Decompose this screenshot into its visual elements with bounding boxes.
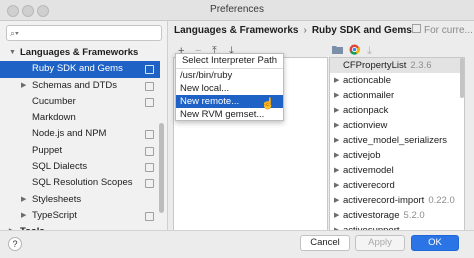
chevron-right-icon[interactable]: ▶: [334, 148, 339, 164]
project-scope-icon: [145, 179, 154, 189]
menu-item-new-local[interactable]: New local...: [176, 82, 283, 95]
project-scope-icon: [145, 97, 154, 107]
hand-cursor-icon: ☝: [261, 98, 275, 110]
chevron-right-icon[interactable]: ▶: [21, 208, 26, 224]
sidebar-item-sql-dialects[interactable]: SQL Dialects: [0, 159, 160, 175]
chevron-right-icon[interactable]: ▶: [334, 178, 339, 194]
gems-list[interactable]: CFPropertyList 2.3.6 ▶ actioncable ▶ acti…: [329, 57, 465, 243]
gem-row[interactable]: ▶ actionpack: [330, 103, 464, 119]
search-icon: ⌕▾: [10, 28, 19, 38]
apply-button[interactable]: Apply: [355, 235, 405, 251]
chevron-right-icon[interactable]: ▶: [334, 88, 339, 104]
project-scope-icon: [412, 24, 421, 33]
folder-icon[interactable]: [332, 44, 343, 56]
minimize-window-button[interactable]: [22, 5, 34, 17]
chevron-right-icon[interactable]: ▶: [334, 133, 339, 149]
sidebar-item-languages-frameworks[interactable]: ▼ Languages & Frameworks: [0, 45, 160, 61]
sidebar: ⌕▾ ▼ Languages & Frameworks Ruby SDK and…: [0, 21, 168, 237]
scope-label: For curre...: [412, 21, 473, 41]
gem-row[interactable]: ▶ activejob: [330, 148, 464, 164]
project-scope-icon: [145, 146, 154, 156]
project-scope-icon: [145, 81, 154, 91]
zoom-window-button[interactable]: [37, 5, 49, 17]
project-scope-icon: [145, 163, 154, 173]
sidebar-item-schemas-and-dtds[interactable]: ▶ Schemas and DTDs: [0, 78, 160, 94]
cancel-button[interactable]: Cancel: [300, 235, 350, 251]
popup-header: Select Interpreter Path: [176, 54, 283, 69]
project-scope-icon: [145, 211, 154, 221]
project-scope-icon: [145, 130, 154, 140]
close-window-button[interactable]: [7, 5, 19, 17]
gem-row[interactable]: ▶ actioncable: [330, 73, 464, 89]
sidebar-scrollbar[interactable]: [159, 123, 164, 213]
ok-button[interactable]: OK: [411, 235, 459, 251]
sidebar-item-typescript[interactable]: ▶ TypeScript: [0, 208, 160, 224]
sidebar-item-ruby-sdk-and-gems[interactable]: Ruby SDK and Gems: [0, 61, 160, 78]
gem-row[interactable]: ▶ active_model_serializers: [330, 133, 464, 149]
chevron-right-icon[interactable]: ▶: [334, 73, 339, 89]
sidebar-item-markdown[interactable]: Markdown: [0, 110, 160, 126]
sidebar-item-stylesheets[interactable]: ▶ Stylesheets: [0, 192, 160, 208]
gem-row[interactable]: ▶ activerecord: [330, 178, 464, 194]
chevron-down-icon[interactable]: ▼: [9, 45, 16, 61]
gem-row[interactable]: ▶ actionmailer: [330, 88, 464, 104]
chevron-right-icon[interactable]: ▶: [334, 163, 339, 179]
sidebar-item-nodejs-and-npm[interactable]: Node.js and NPM: [0, 126, 160, 142]
help-button[interactable]: ?: [8, 237, 22, 251]
download-icon[interactable]: ⤓: [367, 45, 372, 57]
chevron-right-icon[interactable]: ▶: [334, 103, 339, 119]
sidebar-item-puppet[interactable]: Puppet: [0, 143, 160, 159]
sidebar-item-sql-resolution-scopes[interactable]: SQL Resolution Scopes: [0, 175, 160, 191]
title-bar: Preferences: [0, 0, 474, 21]
gem-row[interactable]: ▶ activerecord-import 0.22.0: [330, 193, 464, 209]
gem-row[interactable]: ▶ actionview: [330, 118, 464, 134]
menu-item-usr-bin-ruby[interactable]: /usr/bin/ruby: [176, 69, 283, 82]
gem-row[interactable]: ▶ activemodel: [330, 163, 464, 179]
window-title: Preferences: [210, 4, 264, 15]
sidebar-item-cucumber[interactable]: Cucumber: [0, 94, 160, 110]
interpreter-path-popup: Select Interpreter Path /usr/bin/ruby Ne…: [175, 53, 284, 121]
chevron-right-icon[interactable]: ▶: [21, 78, 26, 94]
search-input[interactable]: ⌕▾: [6, 25, 162, 41]
chevron-right-icon[interactable]: ▶: [334, 193, 339, 209]
project-scope-icon: [145, 65, 154, 75]
settings-tree: ▼ Languages & Frameworks Ruby SDK and Ge…: [0, 45, 160, 241]
chevron-right-icon[interactable]: ▶: [334, 118, 339, 134]
chrome-icon[interactable]: [349, 44, 361, 56]
gems-scrollbar[interactable]: [460, 58, 464, 98]
chevron-right-icon[interactable]: ▶: [334, 208, 339, 224]
chevron-right-icon[interactable]: ▶: [21, 192, 26, 208]
gem-row[interactable]: CFPropertyList 2.3.6: [330, 58, 464, 74]
breadcrumb: Languages & Frameworks › Ruby SDK and Gems…: [174, 21, 474, 41]
gem-row[interactable]: ▶ activestorage 5.2.0: [330, 208, 464, 224]
